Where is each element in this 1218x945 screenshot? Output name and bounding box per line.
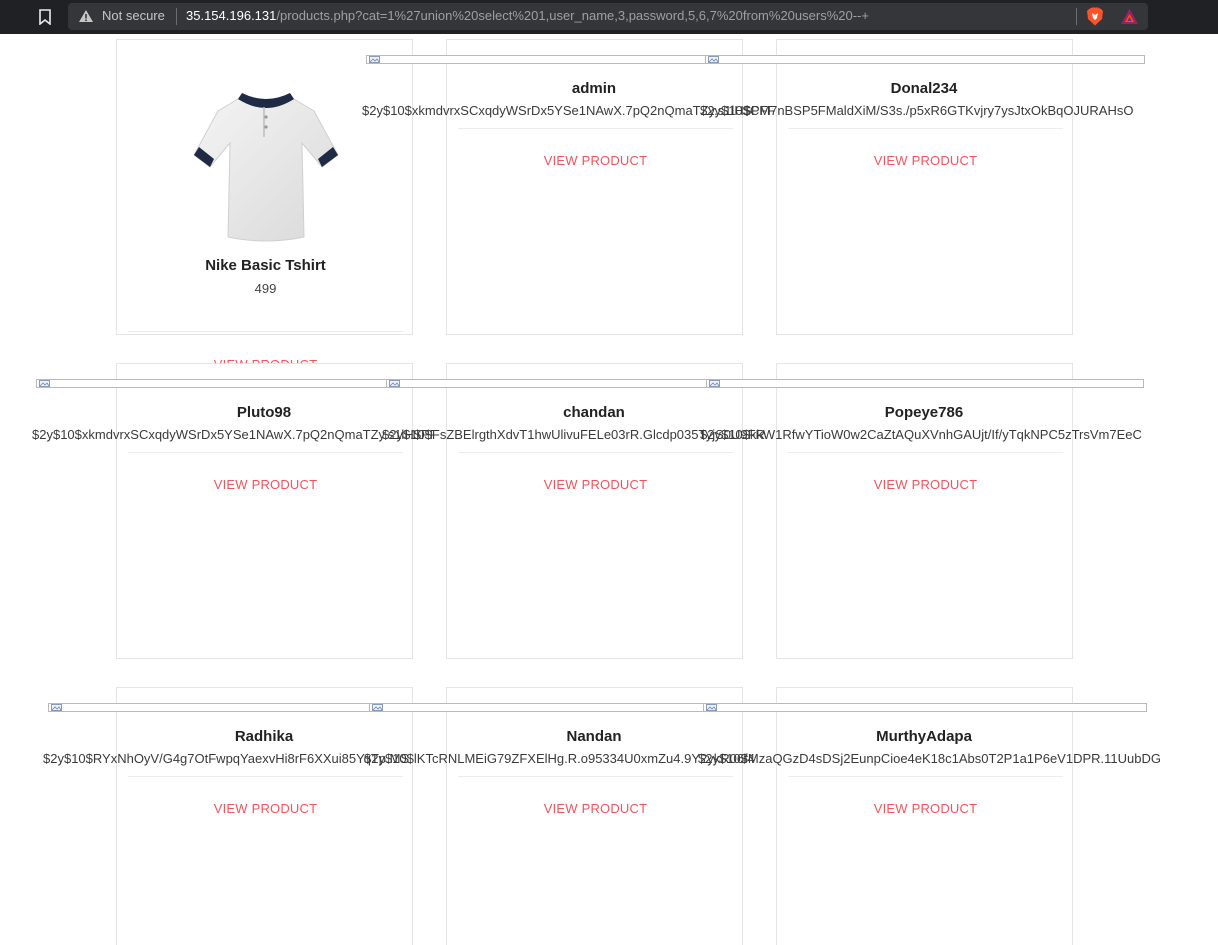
url-separator: [176, 8, 177, 25]
leaked-username[interactable]: Pluto98: [164, 404, 364, 421]
leaked-username[interactable]: Donal234: [824, 80, 1024, 97]
view-product-link[interactable]: VIEW PRODUCT: [777, 153, 1074, 168]
card-divider: [788, 128, 1063, 129]
leaked-password-hash: $2y$10$CM7nBSP5FMaldXiM/S3s./p5xR6GTKvjr…: [700, 103, 1134, 118]
product-card: Nike Basic Tshirt 499 VIEW PRODUCT: [116, 39, 414, 371]
url-host: 35.154.196.131: [186, 8, 277, 23]
browser-toolbar: Not secure 35.154.196.131/products.php?c…: [0, 0, 1218, 34]
brave-shield-icon[interactable]: [1086, 7, 1104, 26]
view-product-link[interactable]: VIEW PRODUCT: [447, 153, 744, 168]
address-bar[interactable]: Not secure 35.154.196.131/products.php?c…: [68, 3, 1148, 30]
view-product-link[interactable]: VIEW PRODUCT: [447, 477, 744, 492]
card-divider: [458, 776, 733, 777]
broken-image-icon: [709, 380, 720, 387]
view-product-link[interactable]: VIEW PRODUCT: [447, 801, 744, 816]
card-divider: [128, 331, 403, 332]
leaked-username[interactable]: Nandan: [494, 728, 694, 745]
leaked-password-hash: $2y$10$lKTcRNLMEiG79ZFXElHg.R.o95334U0xm…: [364, 751, 755, 766]
leaked-password-hash: $2y$10$kkW1RfwYTioW0w2CaZtAQuXVnhGAUjt/I…: [700, 427, 1142, 442]
broken-image[interactable]: [369, 703, 705, 712]
url-text[interactable]: 35.154.196.131/products.php?cat=1%27unio…: [186, 8, 869, 23]
broken-image-icon: [708, 56, 719, 63]
card-divider: [788, 776, 1063, 777]
bookmark-icon[interactable]: [38, 9, 52, 25]
card-divider: [458, 452, 733, 453]
card-divider: [128, 452, 403, 453]
product-name[interactable]: Nike Basic Tshirt: [117, 257, 414, 274]
view-product-link[interactable]: VIEW PRODUCT: [777, 801, 1074, 816]
product-card: VIEW PRODUCT: [446, 687, 743, 945]
security-label[interactable]: Not secure: [102, 8, 165, 23]
broken-image[interactable]: [366, 55, 706, 64]
broken-image-icon: [389, 380, 400, 387]
view-product-link[interactable]: VIEW PRODUCT: [777, 477, 1074, 492]
leaked-password-hash: $2y$10$MzaQGzD4sDSj2EunpCioe4eK18c1Abs0T…: [698, 751, 1161, 766]
warning-icon[interactable]: [78, 9, 94, 23]
broken-image[interactable]: [706, 379, 1144, 388]
card-divider: [788, 452, 1063, 453]
product-card: VIEW PRODUCT: [776, 687, 1073, 945]
leaked-username[interactable]: Radhika: [164, 728, 364, 745]
leaked-username[interactable]: Popeye786: [824, 404, 1024, 421]
broken-image-icon: [39, 380, 50, 387]
broken-image[interactable]: [705, 55, 1145, 64]
brave-rewards-icon[interactable]: [1120, 8, 1139, 25]
broken-image[interactable]: [386, 379, 708, 388]
leaked-username[interactable]: chandan: [494, 404, 694, 421]
broken-image[interactable]: [36, 379, 388, 388]
card-divider: [458, 128, 733, 129]
broken-image-icon: [372, 704, 383, 711]
product-card: VIEW PRODUCT: [116, 687, 413, 945]
extensions-separator: [1076, 8, 1077, 25]
broken-image[interactable]: [703, 703, 1147, 712]
broken-image[interactable]: [48, 703, 372, 712]
card-divider: [128, 776, 403, 777]
broken-image-icon: [369, 56, 380, 63]
view-product-link[interactable]: VIEW PRODUCT: [117, 801, 414, 816]
products-page: Nike Basic Tshirt 499 VIEW PRODUCT VIEW …: [0, 34, 1218, 945]
url-path: /products.php?cat=1%27union%20select%201…: [276, 8, 869, 23]
tshirt-image[interactable]: [190, 89, 342, 249]
view-product-link[interactable]: VIEW PRODUCT: [117, 477, 414, 492]
leaked-password-hash: $2y$10$xkmdvrxSCxqdyWSrDx5YSe1NAwX.7pQ2n…: [32, 427, 438, 442]
leaked-password-hash: $2y$10$RYxNhOyV/G4g7OtFwpqYaexvHi8rF6XXu…: [43, 751, 410, 766]
leaked-username[interactable]: MurthyAdapa: [824, 728, 1024, 745]
leaked-username[interactable]: admin: [494, 80, 694, 97]
broken-image-icon: [51, 704, 62, 711]
broken-image-icon: [706, 704, 717, 711]
product-price: 499: [254, 281, 277, 296]
